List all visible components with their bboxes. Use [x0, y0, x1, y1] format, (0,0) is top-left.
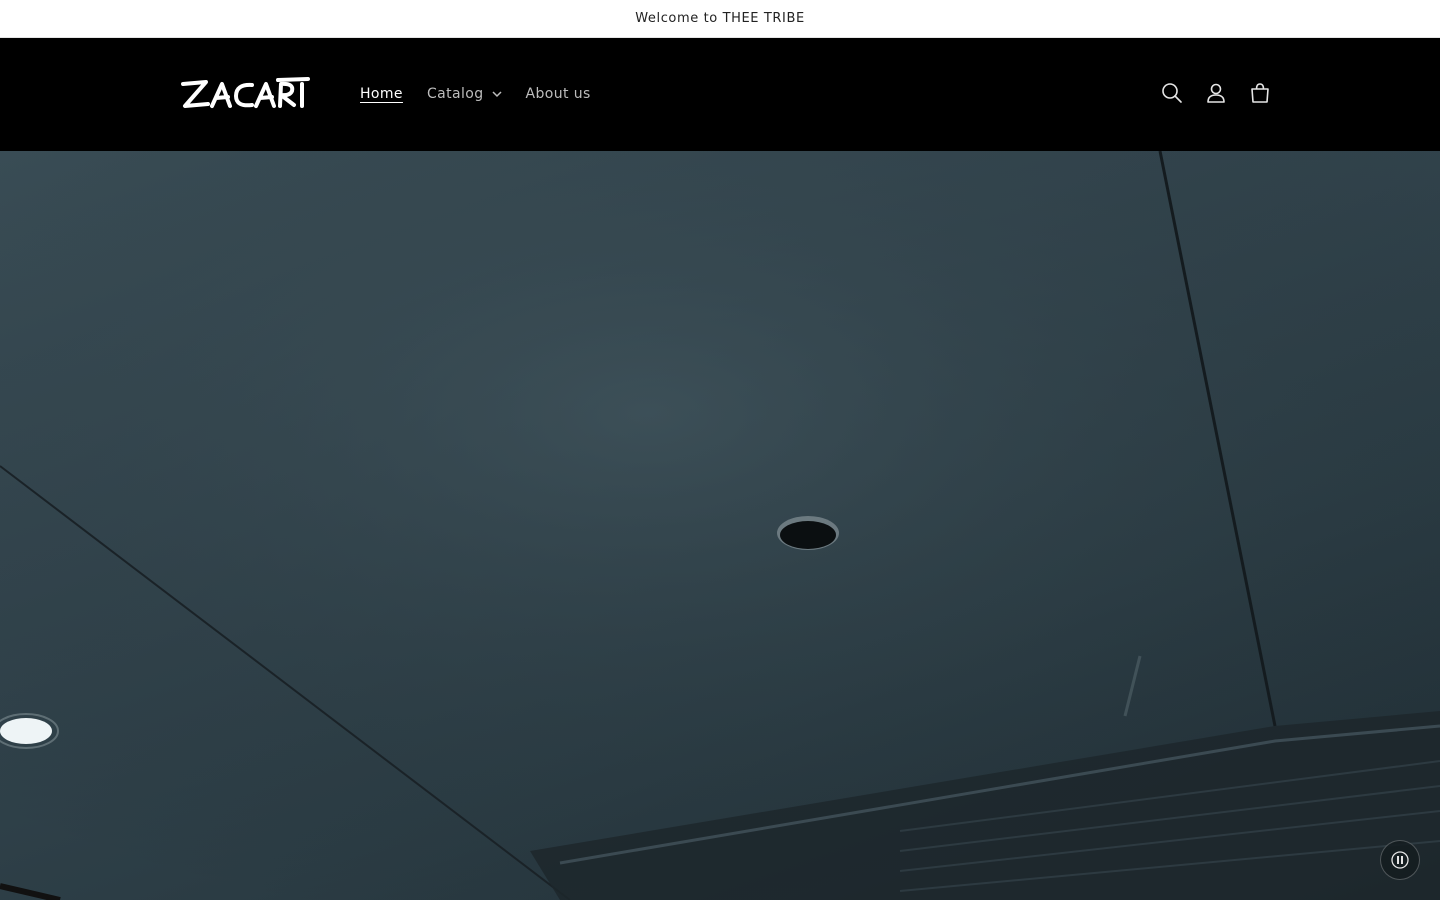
cart-icon	[1251, 83, 1269, 103]
nav-about[interactable]: About us	[514, 82, 603, 106]
announcement-bar: Welcome to THEE TRIBE	[0, 0, 1440, 38]
video-pause-button[interactable]	[1380, 840, 1420, 880]
search-button[interactable]	[1150, 71, 1194, 115]
account-button[interactable]	[1194, 71, 1238, 115]
site-header: Home Catalog About us	[0, 38, 1440, 151]
header-icons	[1150, 71, 1282, 115]
chevron-down-icon	[492, 91, 502, 98]
nav-catalog-label: Catalog	[426, 86, 484, 102]
hero-background-image	[0, 151, 1440, 900]
nav-about-label: About us	[525, 86, 591, 102]
cart-button[interactable]	[1238, 71, 1282, 115]
main-nav: Home Catalog About us	[348, 80, 603, 108]
account-icon	[1207, 83, 1225, 103]
brand-logo[interactable]	[178, 76, 312, 114]
nav-home-label: Home	[360, 86, 403, 102]
nav-home[interactable]: Home	[348, 82, 415, 106]
search-icon	[1162, 83, 1182, 103]
announcement-text: Welcome to THEE TRIBE	[635, 11, 805, 26]
hero-video	[0, 151, 1440, 900]
nav-catalog[interactable]: Catalog	[415, 82, 514, 106]
pause-icon	[1391, 851, 1409, 869]
